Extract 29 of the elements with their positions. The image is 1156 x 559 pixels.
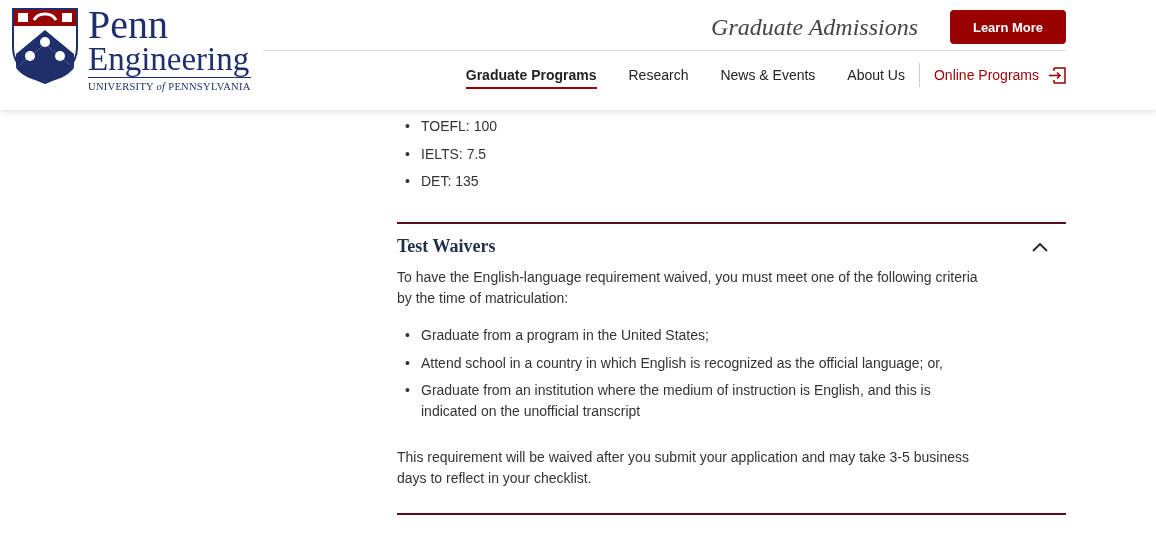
nav-link[interactable]: Research	[628, 61, 689, 89]
bullet-marker: •	[405, 117, 411, 136]
criteria-item: Graduate from an institution where the medium of instruction is English, and this is indicated on the unofficial transcript	[421, 381, 932, 421]
learn-more-button[interactable]: Learn More	[950, 10, 1066, 44]
nav-link[interactable]: About Us	[847, 61, 905, 89]
score-item: IELTS: 7.5	[421, 144, 487, 164]
criteria-item: Attend school in a country in which English is recognized as the official language; or,	[421, 353, 943, 373]
bullet-marker: •	[405, 381, 411, 400]
shield-icon	[12, 8, 78, 84]
nav-link[interactable]: Graduate Programs	[465, 61, 597, 89]
collapse-toggle[interactable]	[1032, 241, 1048, 252]
bullet-marker: •	[405, 144, 411, 164]
criteria-item: Graduate from a program in the United States;	[421, 326, 709, 345]
bullet-marker: •	[405, 326, 411, 345]
logo-wordmark: Engineering	[88, 42, 251, 78]
nav-link[interactable]: Online Programs	[918, 63, 1066, 87]
score-item: DET: 135	[421, 172, 479, 191]
intro-text: To have the English-language requirement waived, you must meet one of the following criteria by the time of matriculation:	[397, 268, 979, 308]
external-link-icon	[1048, 66, 1066, 84]
site-tagline: Graduate Admissions	[711, 13, 918, 41]
nav-link[interactable]: News & Events	[720, 61, 816, 89]
chevron-icon	[1032, 241, 1048, 252]
note-text: This requirement will be waived after you submit your application and may take 3-5 business days to reflect in your checklist.	[397, 448, 970, 488]
section-title: Test Waivers	[397, 236, 496, 257]
bullet-marker: •	[405, 172, 411, 191]
score-item: TOEFL: 100	[421, 117, 497, 136]
logo-wordmark: Penn	[88, 8, 169, 42]
logo-university: UNIVERSITY of PENNSYLVANIA	[88, 80, 251, 92]
bullet-marker: •	[405, 353, 411, 373]
